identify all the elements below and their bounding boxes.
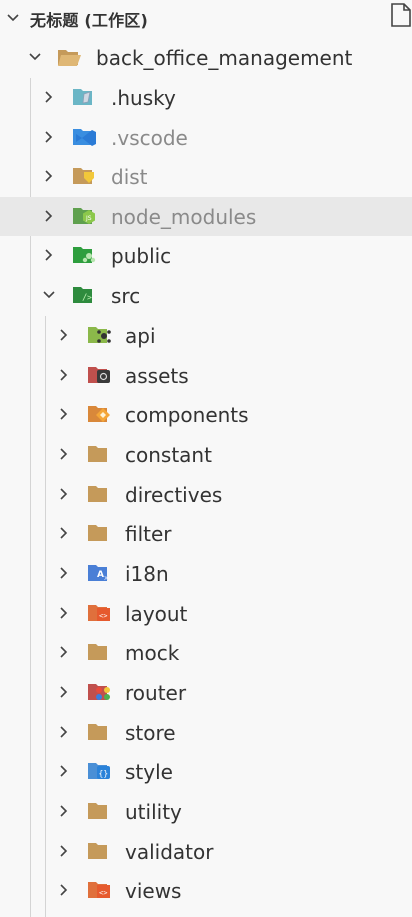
tree-row[interactable]: router xyxy=(0,673,412,712)
layout-folder-icon: <> xyxy=(88,604,110,621)
views-folder-icon: <> xyxy=(88,882,110,899)
tree-row[interactable]: <> views xyxy=(0,871,412,910)
tree-label: store xyxy=(125,720,176,745)
tree-label: mock xyxy=(125,641,180,666)
chevron-right-icon[interactable] xyxy=(57,447,71,461)
tree-label: router xyxy=(125,681,187,705)
svg-text:A: A xyxy=(97,570,104,580)
public-folder-icon xyxy=(73,247,96,263)
tree-label: constant xyxy=(125,443,212,467)
chevron-right-icon[interactable] xyxy=(42,209,56,223)
api-folder-icon xyxy=(88,327,111,343)
tree-row[interactable]: validator xyxy=(0,832,412,871)
chevron-right-icon[interactable] xyxy=(57,606,71,620)
workspace-title: 无标题 (工作区) xyxy=(30,11,148,30)
tree-row[interactable]: mock xyxy=(0,633,412,672)
nodejs-folder-icon: JS xyxy=(73,208,95,224)
tree-row[interactable]: store xyxy=(0,713,412,752)
tree-row[interactable]: Ax i18n xyxy=(0,554,412,593)
chevron-right-icon[interactable] xyxy=(57,685,71,699)
chevron-right-icon[interactable] xyxy=(42,130,56,144)
folder-icon xyxy=(88,485,107,502)
chevron-right-icon[interactable] xyxy=(57,566,71,580)
chevron-right-icon[interactable] xyxy=(57,764,71,778)
chevron-right-icon[interactable] xyxy=(57,526,71,540)
tree-label: components xyxy=(125,403,249,428)
husky-folder-icon xyxy=(73,89,92,105)
tree-row[interactable]: api xyxy=(0,316,412,355)
svg-text:JS: JS xyxy=(85,215,92,222)
i18n-folder-icon: Ax xyxy=(88,565,108,582)
tree-row-root[interactable]: back_office_management xyxy=(0,38,412,77)
folder-icon xyxy=(88,525,107,542)
chevron-down-icon[interactable] xyxy=(6,11,20,25)
tree-label: .vscode xyxy=(111,126,188,150)
tree-row[interactable]: / > src xyxy=(0,276,412,315)
src-folder-icon: / > xyxy=(73,287,92,303)
tree-row[interactable]: utility xyxy=(0,792,412,831)
chevron-right-icon[interactable] xyxy=(57,725,71,739)
tree-label: assets xyxy=(125,363,189,388)
folder-icon xyxy=(88,446,107,462)
chevron-right-icon[interactable] xyxy=(57,328,71,342)
dist-folder-icon xyxy=(73,168,94,184)
tree-row[interactable]: assets xyxy=(0,356,412,395)
components-folder-icon xyxy=(88,406,110,423)
tree-label: directives xyxy=(125,482,223,507)
tree-row[interactable]: components xyxy=(0,395,412,434)
new-file-icon[interactable] xyxy=(390,2,412,28)
open-folder-icon xyxy=(58,50,81,66)
tree-label: dist xyxy=(111,165,148,189)
tree-label: public xyxy=(111,244,172,268)
svg-text:<>: <> xyxy=(99,889,107,897)
tree-label-root: back_office_management xyxy=(96,46,353,70)
chevron-right-icon[interactable] xyxy=(57,368,71,382)
chevron-right-icon[interactable] xyxy=(57,407,71,421)
chevron-right-icon[interactable] xyxy=(57,883,71,897)
tree-label: .husky xyxy=(111,86,176,110)
tree-label: validator xyxy=(125,839,214,864)
tree-row[interactable]: {} style xyxy=(0,752,412,791)
svg-text:>: > xyxy=(87,293,92,302)
chevron-right-icon[interactable] xyxy=(57,645,71,659)
tree-row[interactable]: JS node_modules xyxy=(0,197,412,236)
chevron-right-icon[interactable] xyxy=(42,248,56,262)
folder-icon xyxy=(88,842,107,859)
chevron-right-icon[interactable] xyxy=(57,487,71,501)
tree-label: node_modules xyxy=(111,205,257,229)
chevron-right-icon[interactable] xyxy=(57,844,71,858)
tree-label: utility xyxy=(125,800,182,824)
chevron-right-icon[interactable] xyxy=(42,169,56,183)
tree-label: style xyxy=(125,760,173,785)
svg-text:{}: {} xyxy=(99,769,109,778)
style-folder-icon: {} xyxy=(88,763,110,780)
tree-label: i18n xyxy=(125,562,169,586)
tree-row[interactable]: <> layout xyxy=(0,594,412,633)
tree-row[interactable]: directives xyxy=(0,475,412,514)
tree-label: layout xyxy=(125,601,188,626)
folder-icon xyxy=(88,723,107,740)
svg-text:<>: <> xyxy=(99,612,107,620)
tree-row[interactable]: constant xyxy=(0,435,412,474)
chevron-right-icon[interactable] xyxy=(42,90,56,104)
svg-text:x: x xyxy=(104,574,108,582)
chevron-down-icon[interactable] xyxy=(28,50,42,64)
tree-row[interactable]: filter xyxy=(0,514,412,553)
tree-label: api xyxy=(125,324,156,348)
workspace-header[interactable]: 无标题 (工作区) xyxy=(0,0,412,36)
tree-row[interactable]: dist xyxy=(0,157,412,196)
assets-folder-icon xyxy=(88,366,110,383)
folder-icon xyxy=(88,803,107,819)
tree-row[interactable]: .husky xyxy=(0,78,412,117)
tree-label: src xyxy=(111,284,141,308)
tree-row[interactable]: public xyxy=(0,236,412,275)
tree-label: views xyxy=(125,879,182,904)
chevron-down-icon[interactable] xyxy=(42,288,56,302)
chevron-right-icon[interactable] xyxy=(57,804,71,818)
tree-row[interactable]: .vscode xyxy=(0,118,412,157)
tree-label: filter xyxy=(125,522,172,547)
router-folder-icon xyxy=(88,684,110,700)
folder-icon xyxy=(88,644,107,661)
vscode-folder-icon xyxy=(73,129,96,146)
